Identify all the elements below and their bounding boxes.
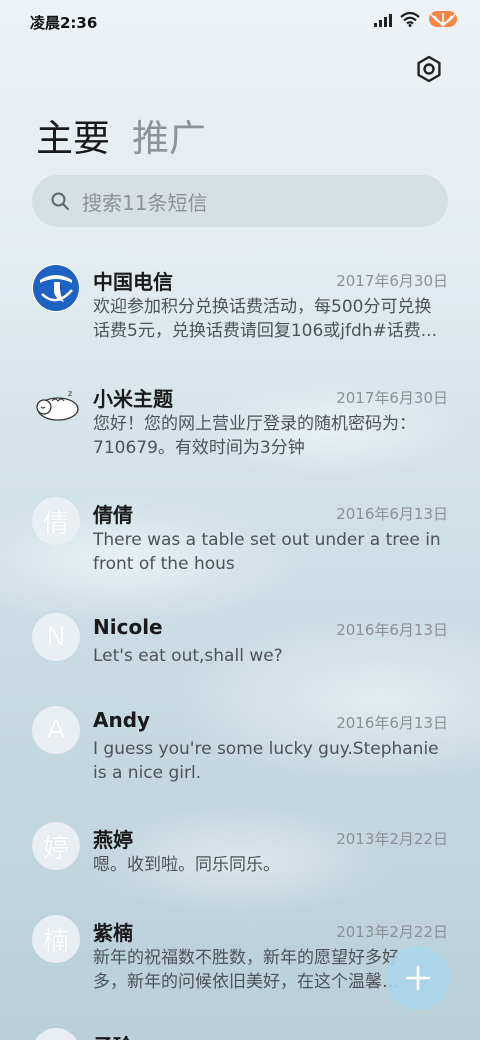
message-date: 2016年6月13日 <box>336 505 448 523</box>
message-preview: 您好！您的网上营业厅登录的随机密码为：710679。有效时间为3分钟 <box>93 414 416 458</box>
search-bar[interactable]: 搜索11条短信 <box>32 175 448 227</box>
conversation-item[interactable]: 子玲 <box>0 1028 480 1040</box>
avatar-letter: A <box>47 715 65 745</box>
tab-primary[interactable]: 主要 <box>36 108 110 162</box>
contact-name: 小米主题 <box>93 387 173 411</box>
status-bar: 凌晨2:36 <box>0 0 480 44</box>
avatar: 婷 <box>32 822 80 870</box>
contact-name: Nicole <box>93 615 163 639</box>
settings-icon <box>417 55 441 83</box>
message-date: 2017年6月30日 <box>336 389 448 407</box>
battery-icon <box>428 10 458 32</box>
china-telecom-logo-icon <box>32 264 80 312</box>
contact-name: 燕婷 <box>93 828 133 852</box>
avatar: 楠 <box>32 915 80 963</box>
search-icon <box>51 192 69 210</box>
message-preview: There was a table set out under a tree i… <box>93 530 441 574</box>
tab-promotions[interactable]: 推广 <box>132 108 206 162</box>
contact-name: 倩倩 <box>93 503 133 527</box>
message-preview: 欢迎参加积分兑换话费活动，每500分可兑换话费5元，兑换话费请回复106或jfd… <box>93 297 437 341</box>
message-date: 2016年6月13日 <box>336 714 448 732</box>
message-preview: I guess you're some lucky guy.Stephanie … <box>93 739 439 783</box>
contact-name: 中国电信 <box>93 270 173 294</box>
svg-text:z: z <box>68 389 72 398</box>
message-preview: 新年的祝福数不胜数，新年的愿望好多好多，新年的问候依旧美好，在这个温馨的时刻 <box>93 948 399 992</box>
signal-icon <box>374 12 392 31</box>
search-input[interactable]: 搜索11条短信 <box>82 187 207 216</box>
sleeping-sheep-icon: z <box>32 381 80 429</box>
tab-bar: 主要 推广 <box>36 108 206 162</box>
avatar-letter: 楠 <box>42 926 69 957</box>
avatar: A <box>32 706 80 754</box>
message-preview: Let's eat out,shall we? <box>93 646 283 666</box>
avatar-letter: N <box>46 622 66 652</box>
settings-button[interactable] <box>414 54 444 84</box>
avatar <box>32 1028 80 1040</box>
message-date: 2013年2月22日 <box>336 830 448 848</box>
wifi-icon <box>400 11 420 31</box>
avatar: N <box>32 613 80 661</box>
avatar: 倩 <box>32 497 80 545</box>
avatar-letter: 婷 <box>42 833 69 864</box>
message-preview: 嗯。收到啦。同乐同乐。 <box>93 855 280 875</box>
status-icons <box>374 10 458 32</box>
contact-name: Andy <box>93 708 151 732</box>
contact-name: 紫楠 <box>93 921 133 945</box>
plus-icon <box>405 965 431 991</box>
new-message-button[interactable] <box>386 946 450 1010</box>
message-date: 2013年2月22日 <box>336 923 448 941</box>
status-time: 凌晨2:36 <box>30 14 98 32</box>
contact-name: 子玲 <box>93 1030 133 1040</box>
message-date: 2017年6月30日 <box>336 272 448 290</box>
avatar-letter: 倩 <box>42 508 69 539</box>
message-date: 2016年6月13日 <box>336 621 448 639</box>
